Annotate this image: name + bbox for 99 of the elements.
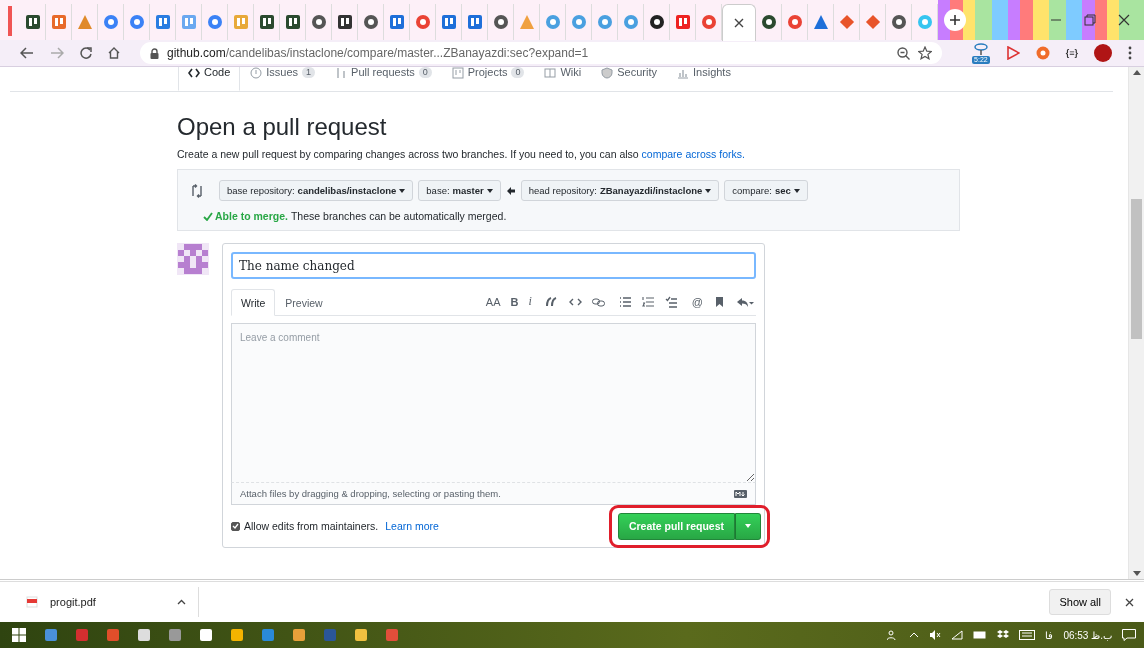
new-tab-icon[interactable] [949,14,961,26]
windows-start-icon[interactable] [12,628,26,642]
close-icon[interactable] [1125,597,1134,607]
repo-nav-icon [677,67,689,79]
pdf-file-icon [26,596,38,608]
branch-select[interactable]: base: master [418,180,501,201]
scrollbar-thumb[interactable] [1131,199,1142,339]
format-button[interactable]: B [510,295,519,308]
taskbar-app-icon[interactable] [200,629,212,641]
clock[interactable]: 06:53 ب.ظ [1063,629,1112,641]
notification-icon[interactable] [1122,629,1136,641]
profile-avatar-icon[interactable] [1094,44,1112,62]
page-description: Create a new pull request by comparing changes across two branches. If you need to, you can also compare across forks. [177,148,746,160]
zoom-out-icon[interactable] [897,46,911,60]
repo-nav-tab[interactable]: Insights [667,67,741,91]
format-button[interactable]: @ [691,295,703,308]
show-all-button[interactable]: Show all [1049,589,1111,615]
checkbox[interactable] [231,521,240,531]
branch-select[interactable]: head repository: ZBanayazdi/instaclone [520,180,720,201]
editor-tab[interactable]: Preview [275,289,333,316]
merge-message: These branches can be automatically merged. [290,210,507,222]
dropdown-button[interactable] [735,512,761,540]
repo-nav-icon [335,67,348,79]
repo-nav-tab[interactable]: Issues 1 [240,67,326,91]
tab-favicon-icon[interactable] [362,14,379,30]
play-icon[interactable] [1005,46,1020,60]
format-button[interactable]: AA [485,295,501,308]
repo-nav-icon [544,67,557,79]
markdown-icon[interactable] [734,489,747,498]
learn-more-link[interactable]: Learn more [385,520,439,532]
chevron-up-icon[interactable] [177,599,186,605]
checkbox-label: Allow edits from maintainers. [244,520,379,532]
attach-hint: Attach files by dragging & dropping, selecting or pasting them. [240,488,501,499]
home-icon[interactable] [108,47,120,59]
compare-forks-link[interactable]: compare across forks. [641,148,745,160]
comment-field[interactable]: Leave a comment [231,323,756,483]
back-icon[interactable] [20,47,34,59]
page-title: Open a pull request [177,112,388,142]
title-field[interactable]: The name changed [231,252,756,279]
tab-favicon-icon[interactable] [284,14,301,30]
scroll-down-icon[interactable] [1132,571,1141,576]
scrollbar[interactable] [1128,67,1144,579]
count-badge: 1 [302,67,316,78]
repo-nav-tab[interactable]: Wiki [534,67,592,91]
compare-icon [190,183,204,198]
menu-icon[interactable] [1128,46,1132,60]
left-arrow-icon [505,185,516,196]
tab-favicon-icon[interactable] [760,14,777,30]
lock-icon [150,47,159,59]
avatar-icon [177,243,209,275]
repo-nav-icon [188,67,200,79]
count-badge: 0 [418,67,432,78]
battery-icon[interactable] [973,631,988,639]
quote-icon[interactable] [545,295,559,308]
json-extension-label[interactable]: {≡} [1065,48,1078,58]
extension-icon[interactable] [972,42,989,55]
repo-nav-tab[interactable]: Projects 0 [441,67,535,91]
repo-nav-tab[interactable]: Security [591,67,667,91]
task-list-icon[interactable] [664,295,678,308]
editor-tab[interactable]: Write [231,289,276,316]
branch-select[interactable]: compare: sec [724,180,808,201]
input-language[interactable]: فا [1045,629,1054,641]
branch-select[interactable]: base repository: candelibas/instaclone [219,180,414,201]
scroll-up-icon[interactable] [1132,70,1141,75]
speaker-muted-icon[interactable] [929,630,942,640]
dropbox-icon[interactable] [997,630,1010,640]
reload-icon[interactable] [80,47,92,59]
restore-icon[interactable] [1084,14,1096,26]
repo-nav-tab[interactable]: Pull requests 0 [325,67,442,91]
bulleted-list-icon[interactable] [618,295,632,308]
taskbar-app-icon[interactable] [231,629,243,641]
taskbar-app-icon[interactable] [355,629,367,641]
format-button[interactable]: i [528,294,532,309]
tab-favicon-icon[interactable] [492,14,509,30]
numbered-list-icon[interactable] [641,295,655,308]
bookmark-icon[interactable] [713,295,726,308]
star-icon[interactable] [918,46,933,60]
tab-favicon-icon[interactable] [336,14,353,30]
wifi-icon[interactable] [951,630,964,640]
tab-favicon-icon[interactable] [310,14,327,30]
lifebuoy-icon[interactable] [1035,46,1050,60]
keyboard-icon[interactable] [1019,630,1036,640]
tab-favicon-icon[interactable] [24,14,41,30]
close-icon[interactable] [734,17,744,28]
tab-favicon-icon[interactable] [258,14,275,30]
taskbar-app-icon[interactable] [293,629,305,641]
repo-nav-tab[interactable]: Code [178,67,241,91]
check-icon [203,211,213,221]
tab-favicon-icon[interactable] [648,14,665,30]
taskbar-app-icon[interactable] [138,629,150,641]
tab-favicon-icon[interactable] [890,14,907,30]
repo-nav-icon [451,67,464,79]
repo-nav-icon [250,67,263,79]
download-file-name[interactable]: progit.pdf [50,596,96,608]
reply-icon[interactable] [736,295,754,308]
close-icon[interactable] [1118,14,1130,26]
count-badge: 0 [511,67,525,78]
merge-status-text: Able to merge. [215,210,288,222]
link-icon[interactable] [591,295,605,308]
